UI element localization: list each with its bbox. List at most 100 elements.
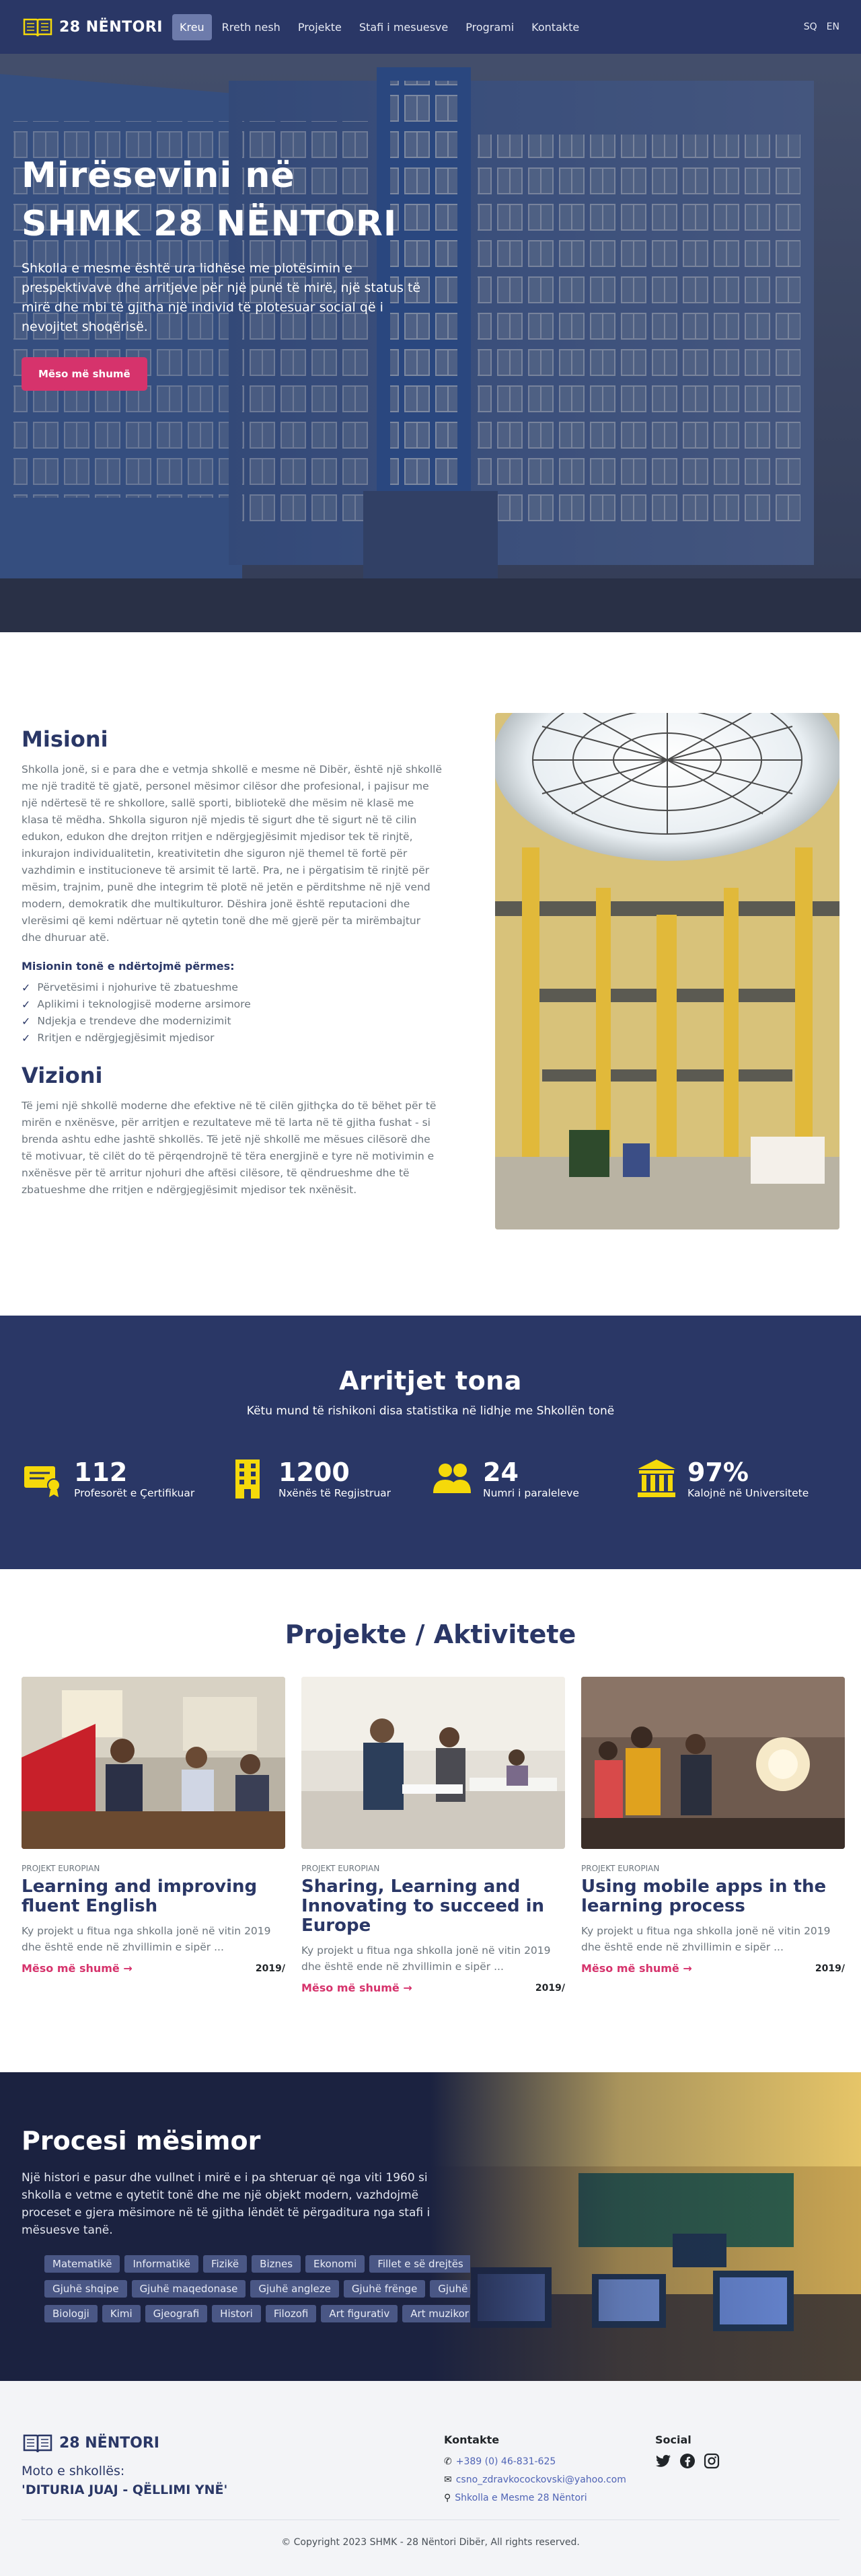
project-footer: Mëso më shumë → 2019/ xyxy=(301,1981,565,1994)
footer-brand[interactable]: 28 NËNTORI xyxy=(22,2431,159,2454)
nav-item-rreth-nesh[interactable]: Rreth nesh xyxy=(215,14,288,40)
project-year: 2019/ xyxy=(255,1963,285,1974)
project-category: PROJEKT EUROPIAN xyxy=(581,1864,660,1873)
vision-title: Vizioni xyxy=(22,1063,103,1088)
envelope-icon: ✉ xyxy=(444,2474,452,2485)
facebook-icon[interactable] xyxy=(679,2453,696,2469)
lang-en[interactable]: EN xyxy=(827,22,839,32)
main-menu: Kreu Rreth nesh Projekte Stafi i mesuesv… xyxy=(172,13,587,40)
subject-tag[interactable]: Histori xyxy=(212,2305,261,2322)
subject-tag[interactable]: Kimi xyxy=(102,2305,141,2322)
subject-tag[interactable]: Fillet e së drejtës xyxy=(369,2255,470,2273)
stat-label: Profesorët e Çertifikuar xyxy=(74,1487,195,1499)
list-item: ✓ Ndjekja e trendeve dhe modernizimit xyxy=(22,1013,442,1030)
twitter-icon[interactable] xyxy=(655,2453,671,2469)
project-footer: Mëso më shumë → 2019/ xyxy=(581,1962,845,1975)
stats-subtitle: Këtu mund të rishikoni disa statistika n… xyxy=(246,1404,615,1418)
subject-tag[interactable]: Gjuhë maqedonase xyxy=(131,2280,246,2298)
footer-contacts: Kontakte ✆ +389 (0) 46-831-625 ✉ csno_zdra… xyxy=(444,2433,626,2507)
mission-section: Misioni Shkolla jonë, si e para dhe e ve… xyxy=(0,632,861,1316)
subject-tag[interactable]: Informatikë xyxy=(124,2255,199,2273)
footer-social: Social xyxy=(655,2433,720,2469)
subject-tag[interactable]: Art muzikor xyxy=(402,2305,470,2322)
nav-item-stafi[interactable]: Stafi i mesuesve xyxy=(352,14,455,40)
nav-item-kreu[interactable]: Kreu xyxy=(172,13,212,40)
tag-row: Gjuhë shqipe Gjuhë maqedonase Gjuhë anglez… xyxy=(44,2280,470,2298)
mission-subtitle: Misionin tonë e ndërtojmë përmes: xyxy=(22,960,235,973)
subject-tag[interactable]: Matematikë xyxy=(44,2255,120,2273)
motto-label: Moto e shkollës: xyxy=(22,2464,125,2478)
stat-item: 112 Profesorët e Çertifikuar xyxy=(22,1457,226,1500)
language-switcher: SQ EN xyxy=(804,22,839,32)
project-card: PROJEKT EUROPIAN Sharing, Learning and I… xyxy=(301,1677,565,1994)
nav-item-kontakte[interactable]: Kontakte xyxy=(524,14,587,40)
process-content: Procesi mësimor Një histori e pasur dhe … xyxy=(22,2126,459,2239)
check-icon: ✓ xyxy=(22,981,31,994)
stat-label: Kalojnë në Universitete xyxy=(687,1487,809,1499)
phone-icon: ✆ xyxy=(444,2456,452,2467)
contact-phone[interactable]: ✆ +389 (0) 46-831-625 xyxy=(444,2453,626,2471)
subject-tag[interactable]: Gjuhë frënge xyxy=(343,2280,426,2298)
school-motto: Moto e shkollës: 'DITURIA JUAJ - QËLLIMI… xyxy=(22,2462,227,2499)
project-footer: Mëso më shumë → 2019/ xyxy=(22,1962,285,1975)
project-learn-more-link[interactable]: Mëso më shumë → xyxy=(22,1962,133,1975)
check-icon: ✓ xyxy=(22,998,31,1011)
contact-address[interactable]: ⚲ Shkolla e Mesme 28 Nëntori xyxy=(444,2489,626,2507)
project-card: PROJEKT EUROPIAN Using mobile apps in th… xyxy=(581,1677,845,1994)
navbar: 28 NËNTORI Kreu Rreth nesh Projekte Staf… xyxy=(0,0,861,54)
subject-tag[interactable]: Art figurativ xyxy=(321,2305,398,2322)
project-learn-more-link[interactable]: Mëso më shumë → xyxy=(301,1981,412,1994)
project-photo xyxy=(22,1677,285,1849)
motto-text: 'DITURIA JUAJ - QËLLIMI YNË' xyxy=(22,2483,228,2497)
address-text: Shkolla e Mesme 28 Nëntori xyxy=(455,2493,587,2503)
social-title: Social xyxy=(655,2433,691,2446)
nav-item-programi[interactable]: Programi xyxy=(458,14,521,40)
subject-tag[interactable]: Gjuhë xyxy=(430,2280,470,2298)
subject-tag[interactable]: Fizikë xyxy=(203,2255,248,2273)
subject-tag[interactable]: Gjeografi xyxy=(145,2305,208,2322)
building-icon xyxy=(235,1460,260,1499)
nav-item-projekte[interactable]: Projekte xyxy=(291,14,349,40)
mission-text: Shkolla jonë, si e para dhe e vetmja shk… xyxy=(22,763,442,944)
map-marker-icon: ⚲ xyxy=(444,2493,451,2503)
projects-cards: PROJEKT EUROPIAN Learning and improving … xyxy=(22,1677,845,1994)
project-text: Ky projekt u fitua nga shkolla jonë në v… xyxy=(301,1944,551,1973)
brand-link[interactable]: 28 NËNTORI xyxy=(22,15,163,38)
instagram-icon[interactable] xyxy=(704,2453,720,2469)
subject-tag[interactable]: Gjuhë angleze xyxy=(250,2280,339,2298)
arrow-right-icon: → xyxy=(683,1962,692,1975)
stat-value: 97% xyxy=(687,1457,749,1487)
hero-title: Mirësevini në SHMK 28 NËNTORI xyxy=(22,151,459,248)
subject-tag[interactable]: Filozofi xyxy=(265,2305,317,2322)
stats-title: Arritjet tona xyxy=(339,1366,522,1396)
project-link-label: Mëso më shumë xyxy=(301,1981,400,1994)
subject-tag[interactable]: Gjuhë shqipe xyxy=(44,2280,127,2298)
list-item: ✓ Rritjen e ndërgjegjësimit mjedisor xyxy=(22,1030,442,1047)
project-title: Using mobile apps in the learning proces… xyxy=(581,1877,827,1916)
contact-email[interactable]: ✉ csno_zdravkocockovski@yahoo.com xyxy=(444,2471,626,2489)
project-category: PROJEKT EUROPIAN xyxy=(22,1864,100,1873)
brand-name: 28 NËNTORI xyxy=(59,18,163,36)
project-learn-more-link[interactable]: Mëso më shumë → xyxy=(581,1962,692,1975)
hero-title-line1: Mirësevini në xyxy=(22,155,295,196)
arrow-right-icon: → xyxy=(403,1981,412,1994)
subject-tag[interactable]: Biznes xyxy=(252,2255,301,2273)
mission-list: ✓ Përvetësimi i njohurive të zbatueshme ✓… xyxy=(22,979,442,1047)
copyright: © Copyright 2023 SHMK - 28 Nëntori Dibër… xyxy=(281,2537,580,2548)
book-logo-icon xyxy=(23,2434,52,2453)
email-text: csno_zdravkocockovski@yahoo.com xyxy=(455,2474,626,2485)
project-text: Ky projekt u fitua nga shkolla jonë në v… xyxy=(22,1925,271,1953)
subject-tag[interactable]: Ekonomi xyxy=(305,2255,365,2273)
hero-learn-more-button[interactable]: Mëso më shumë xyxy=(22,357,147,391)
process-section: Procesi mësimor Një histori e pasur dhe … xyxy=(0,2072,861,2381)
stat-item: 24 Numri i paraleleve xyxy=(430,1457,635,1500)
stats-row: 112 Profesorët e Çertifikuar 1200 Nxënës t… xyxy=(22,1457,839,1500)
subject-tag[interactable]: Biologji xyxy=(44,2305,98,2322)
project-text: Ky projekt u fitua nga shkolla jonë në v… xyxy=(581,1925,831,1953)
lang-sq[interactable]: SQ xyxy=(804,22,817,32)
mission-text-column: Misioni Shkolla jonë, si e para dhe e ve… xyxy=(22,726,442,1199)
process-title: Procesi mësimor xyxy=(22,2126,261,2156)
check-icon: ✓ xyxy=(22,1015,31,1028)
projects-title: Projekte / Aktivitete xyxy=(285,1620,576,1649)
atrium-image xyxy=(495,713,839,1229)
